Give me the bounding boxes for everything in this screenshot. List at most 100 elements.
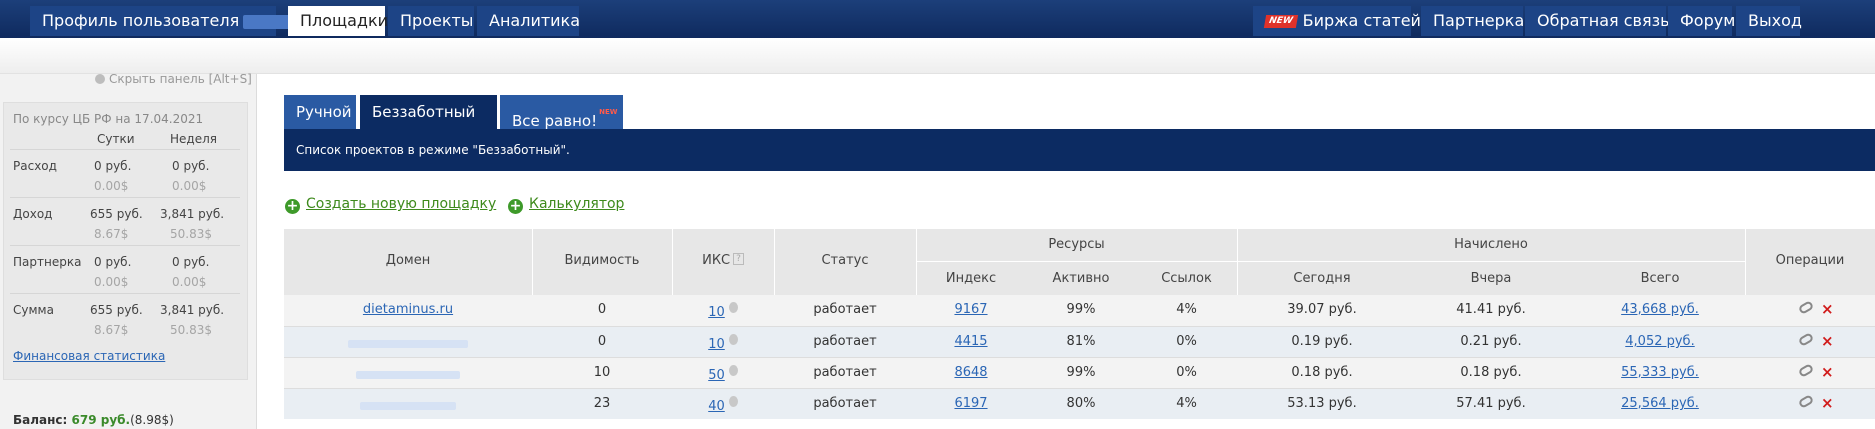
domain-redacted[interactable] [356,371,460,379]
nav-logout[interactable]: Выход [1736,6,1802,36]
th-today[interactable]: Сегодня [1237,271,1407,286]
link-icon[interactable] [1797,332,1815,347]
row-operations: × [1797,394,1839,413]
stat-week-usd: 50.83$ [170,227,212,241]
nav-forum[interactable]: Форум [1668,6,1735,36]
table-row: 0 10 работает 4415 81% 0% 0.19 руб. 0.21… [284,326,1875,357]
nav-tab-sites[interactable]: Площадки [288,6,388,36]
info-icon[interactable] [728,302,738,313]
cell-iks: 10 [672,302,774,320]
th-iks[interactable]: ИКС? [672,253,774,268]
th-visibility[interactable]: Видимость [532,253,672,268]
help-icon[interactable]: ? [733,253,744,265]
plus-icon: + [285,198,300,214]
stat-row-label: Сумма [13,303,54,317]
cell-status: работает [813,365,877,380]
tab-manual[interactable]: Ручной [284,95,356,129]
th-links[interactable]: Ссылок [1136,271,1237,286]
header-divider [916,261,1745,262]
balance-label: Баланс: [13,413,68,427]
index-link[interactable]: 4415 [916,334,1026,349]
article-exchange-label: Биржа статей [1302,11,1421,30]
plus-icon: + [508,198,523,214]
nav-article-exchange[interactable]: NEW Биржа статей [1253,6,1421,36]
table-row: 10 50 работает 8648 99% 0% 0.18 руб. 0.1… [284,357,1875,388]
link-icon[interactable] [1797,394,1815,409]
row-operations: × [1797,363,1839,382]
iks-link[interactable]: 40 [708,399,725,414]
th-resources: Ресурсы [1048,237,1105,252]
th-total[interactable]: Всего [1575,271,1745,286]
divider [10,197,240,198]
iks-link[interactable]: 50 [708,368,725,383]
stat-day-value: 655 руб. [90,303,143,317]
create-site-link[interactable]: + Создать новую площадку [285,196,496,214]
cell-iks: 40 [672,396,774,414]
th-operations: Операции [1775,253,1845,268]
domain-redacted[interactable] [360,402,456,410]
balance: Баланс: 679 руб.(8.98$) [13,413,174,427]
stat-day-usd: 0.00$ [94,275,129,289]
cell-links: 0% [1176,365,1197,380]
cell-visibility: 10 [593,365,611,380]
table-row: dietaminus.ru 0 10 работает 9167 99% 4% … [284,295,1875,326]
stat-day-usd: 8.67$ [94,227,129,241]
link-icon[interactable] [1797,300,1815,315]
th-index[interactable]: Индекс [916,271,1026,286]
tab-whatever[interactable]: Все равно! NEW [500,95,623,130]
nav-tab-projects[interactable]: Проекты [388,6,474,36]
total-link[interactable]: 25,564 руб. [1575,396,1745,411]
cell-status: работает [813,396,877,411]
th-active[interactable]: Активно [1026,271,1136,286]
index-link[interactable]: 8648 [916,365,1026,380]
iks-link[interactable]: 10 [708,305,725,320]
index-link[interactable]: 9167 [916,302,1026,317]
cell-active: 99% [1066,302,1096,317]
cell-visibility: 0 [597,334,607,349]
delete-icon[interactable]: × [1821,363,1834,381]
cell-today: 0.19 руб. [1291,334,1353,349]
balance-value: 679 руб. [71,413,131,427]
total-link[interactable]: 4,052 руб. [1575,334,1745,349]
divider [10,293,240,294]
th-yesterday[interactable]: Вчера [1407,271,1575,286]
stat-row-label: Доход [13,207,53,221]
col-week-header: Неделя [170,132,217,146]
cell-yesterday: 41.41 руб. [1456,302,1526,317]
stat-day-value: 0 руб. [94,255,132,269]
iks-link[interactable]: 10 [708,337,725,352]
cell-today: 39.07 руб. [1287,302,1357,317]
th-status[interactable]: Статус [774,253,916,268]
projects-table: Домен Видимость ИКС? Статус Ресурсы Инде… [284,229,1875,429]
cell-iks: 50 [672,365,774,383]
link-icon[interactable] [1797,363,1815,378]
total-link[interactable]: 55,333 руб. [1575,365,1745,380]
total-link[interactable]: 43,668 руб. [1575,302,1745,317]
delete-icon[interactable]: × [1821,300,1834,318]
delete-icon[interactable]: × [1821,394,1834,412]
nav-feedback[interactable]: Обратная связь [1525,6,1670,36]
th-domain[interactable]: Домен [284,253,532,268]
nav-tab-analytics[interactable]: Аналитика [477,6,580,36]
profile-label: Профиль пользователя [42,11,240,30]
nav-user-profile[interactable]: Профиль пользователя [30,6,308,36]
tab-carefree[interactable]: Беззаботный [360,95,497,129]
table-row: 23 40 работает 6197 80% 4% 53.13 руб. 57… [284,388,1875,419]
domain-link[interactable]: dietaminus.ru [284,302,532,317]
info-icon[interactable] [728,396,738,407]
financial-stats-link[interactable]: Финансовая статистика [13,349,165,363]
index-link[interactable]: 6197 [916,396,1026,411]
delete-icon[interactable]: × [1821,332,1834,350]
divider [10,149,240,150]
row-operations: × [1797,332,1839,351]
hide-panel-link[interactable]: Скрыть панель [Alt+S] [95,72,252,86]
nav-partner-program[interactable]: Партнерка [1421,6,1524,36]
calculator-link[interactable]: + Калькулятор [508,196,624,214]
th-iks-label: ИКС [702,253,731,268]
domain-redacted[interactable] [348,340,468,348]
info-icon[interactable] [728,334,738,345]
info-icon[interactable] [728,365,738,376]
cell-yesterday: 0.18 руб. [1460,365,1522,380]
calculator-label: Калькулятор [529,196,625,212]
create-site-label: Создать новую площадку [306,196,497,212]
